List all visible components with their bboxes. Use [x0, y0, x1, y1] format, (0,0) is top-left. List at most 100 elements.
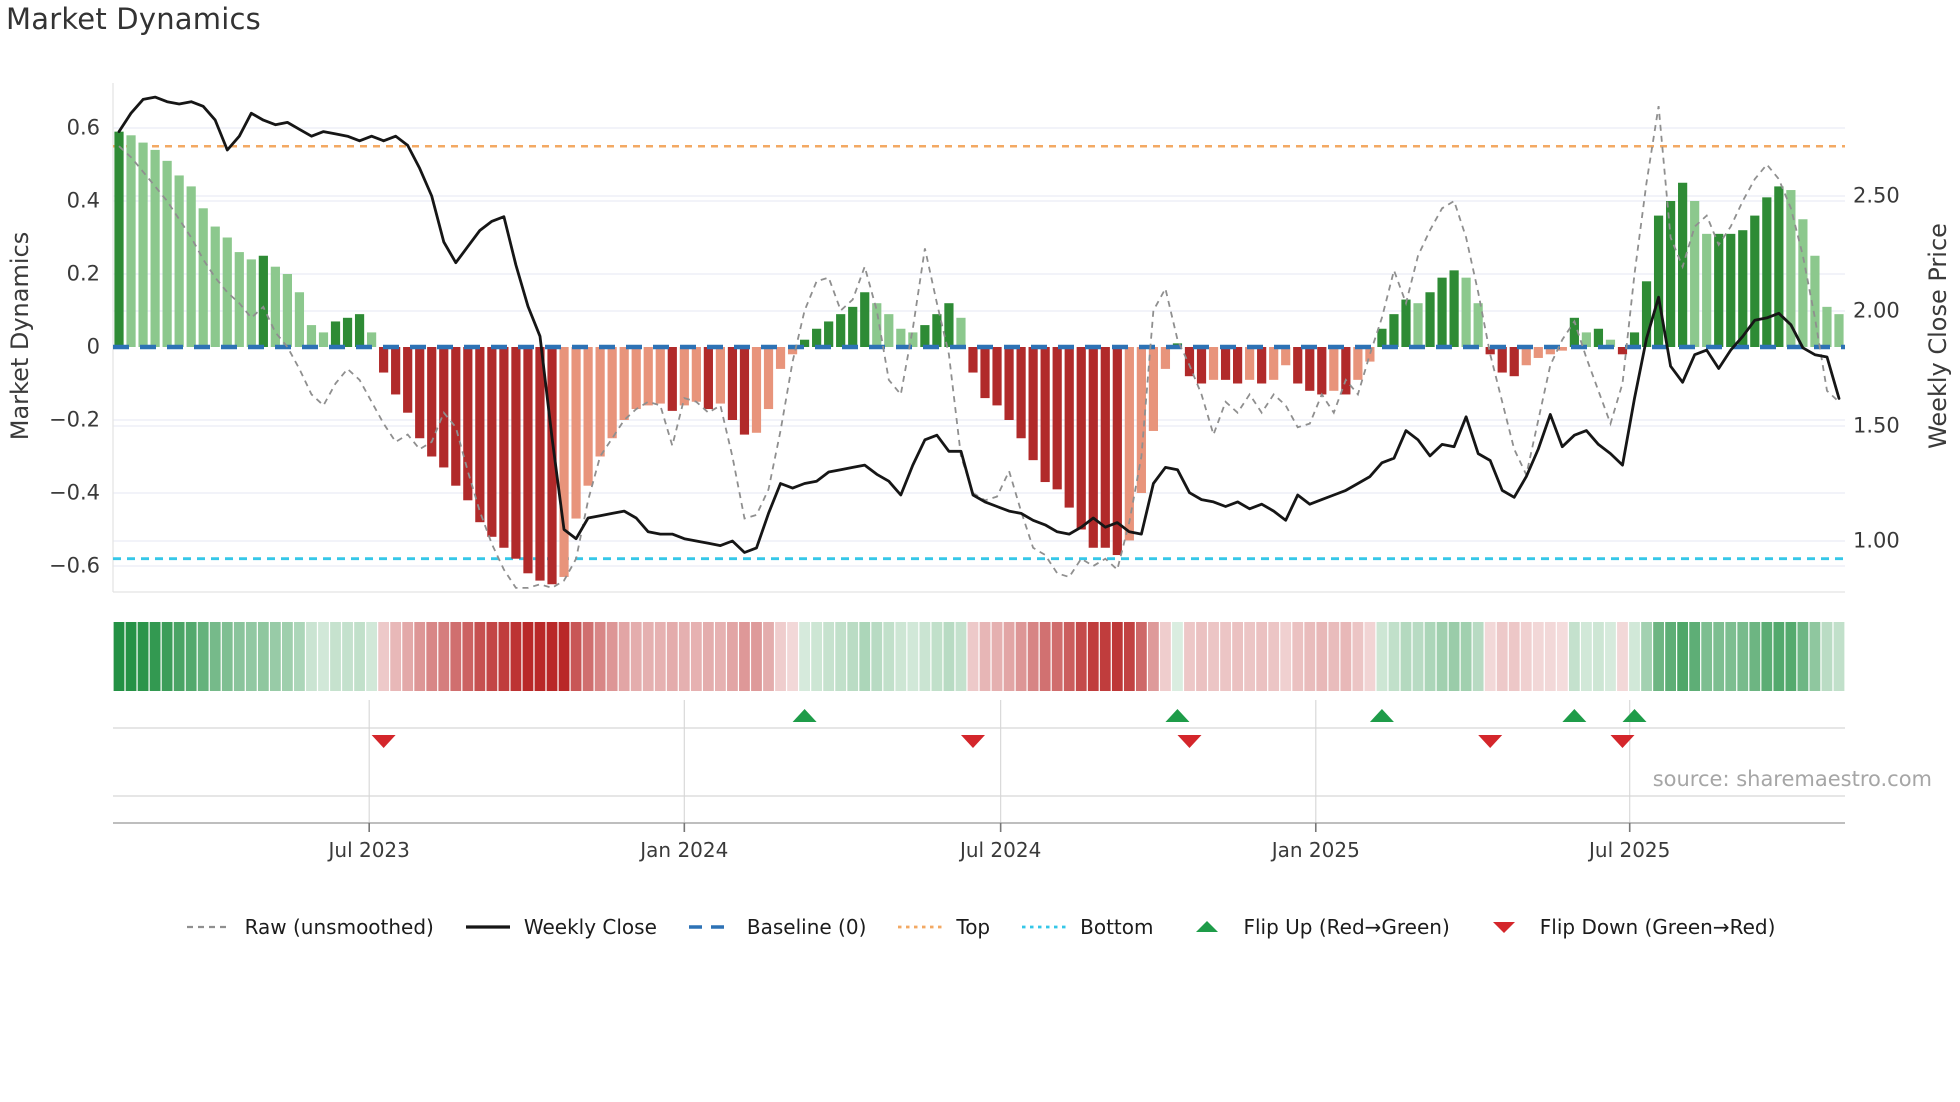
- oscillator-bar: [1016, 347, 1026, 439]
- oscillator-bar: [571, 347, 581, 519]
- heatmap-cell: [1364, 622, 1376, 691]
- oscillator-bar: [499, 347, 509, 548]
- oscillator-bar: [607, 347, 617, 439]
- oscillator-bar: [1004, 347, 1014, 420]
- oscillator-bar: [391, 347, 401, 395]
- oscillator-bar: [1798, 219, 1808, 347]
- oscillator-bar: [234, 252, 244, 347]
- heatmap-cell: [883, 622, 895, 691]
- oscillator-bar: [1461, 277, 1471, 347]
- heatmap-cell: [666, 622, 678, 691]
- oscillator-bar: [487, 347, 497, 537]
- oscillator-bar: [126, 135, 136, 347]
- heatmap-cell: [173, 622, 185, 691]
- oscillator-bar: [1028, 347, 1038, 461]
- heatmap-cell: [1749, 622, 1761, 691]
- oscillator-bar: [1822, 306, 1832, 347]
- heatmap-cell: [1496, 622, 1508, 691]
- left-axis-tick-label: 0.2: [66, 261, 100, 286]
- oscillator-bar: [1245, 347, 1255, 380]
- right-axis-label: Weekly Close Price: [1924, 223, 1952, 449]
- heatmap-cell: [558, 622, 570, 691]
- legend-item: Top: [896, 915, 990, 939]
- x-axis-tick-label: Jan 2025: [1271, 838, 1360, 862]
- oscillator-bar: [294, 292, 305, 347]
- right-axis-tick-label: 1.50: [1853, 413, 1900, 438]
- heatmap-cell: [1460, 622, 1472, 691]
- oscillator-bar: [1353, 347, 1363, 380]
- left-axis-tick-label: −0.6: [49, 553, 100, 578]
- flip-up-marker: [1622, 709, 1647, 722]
- oscillator-bar: [318, 332, 329, 347]
- oscillator-bar: [836, 314, 846, 347]
- heatmap-cell: [1027, 622, 1039, 691]
- heatmap-cell: [702, 622, 714, 691]
- heatmap-cell: [257, 622, 269, 691]
- heatmap-cell: [654, 622, 666, 691]
- heatmap-cell: [1015, 622, 1027, 691]
- oscillator-bar: [1834, 314, 1844, 347]
- oscillator-bar: [631, 347, 641, 410]
- heatmap-cell: [931, 622, 943, 691]
- legend-label: Weekly Close: [523, 915, 657, 939]
- heatmap-cell: [534, 622, 546, 691]
- oscillator-bar: [1389, 314, 1399, 347]
- oscillator-bar: [210, 226, 220, 347]
- oscillator-bar: [1220, 347, 1231, 380]
- heatmap-cell: [678, 622, 690, 691]
- right-axis-tick-label: 2.00: [1853, 298, 1900, 323]
- solid-line-icon: [465, 925, 510, 929]
- oscillator-bar: [763, 347, 774, 410]
- oscillator-bar: [595, 347, 605, 457]
- legend-label: Flip Up (Red→Green): [1243, 915, 1450, 939]
- long-dashes-icon: [688, 925, 733, 929]
- oscillator-bar: [511, 347, 521, 559]
- oscillator-bar: [403, 347, 413, 413]
- heatmap-cell: [594, 622, 606, 691]
- oscillator-bar: [1437, 277, 1447, 347]
- legend-item: Baseline (0): [687, 915, 866, 939]
- heatmap-cell: [113, 622, 125, 691]
- heatmap-cell: [690, 622, 702, 691]
- right-axis-tick-label: 2.50: [1853, 183, 1900, 208]
- oscillator-bar: [932, 314, 942, 347]
- source-credit: source: sharemaestro.com: [1652, 767, 1932, 791]
- heatmap-cell: [486, 622, 498, 691]
- heatmap-cell: [1617, 622, 1628, 691]
- heatmap-cell: [1665, 622, 1676, 691]
- heatmap-cell: [1436, 622, 1448, 691]
- heatmap-cell: [462, 622, 474, 691]
- dotted-line-icon: [1022, 925, 1067, 929]
- heatmap-cell: [1773, 622, 1785, 691]
- heatmap-cell: [1244, 622, 1256, 691]
- oscillator-bar: [1738, 230, 1748, 347]
- heatmap-cell: [1352, 622, 1364, 691]
- oscillator-bar: [330, 321, 341, 347]
- weekly-close-line: [117, 95, 1841, 554]
- heatmap-cell: [282, 622, 293, 691]
- heatmap-cell: [871, 622, 883, 691]
- heatmap-cell: [1544, 622, 1556, 691]
- heatmap-cell: [1075, 622, 1087, 691]
- heatmap-cell: [739, 622, 750, 691]
- oscillator-bar: [1413, 303, 1423, 347]
- oscillator-bar: [379, 347, 389, 373]
- page-title: Market Dynamics: [6, 2, 261, 36]
- triangle-down-icon: [1492, 922, 1515, 933]
- oscillator-bar: [1653, 215, 1664, 347]
- heatmap-cell: [1208, 622, 1219, 691]
- oscillator-bar: [848, 306, 858, 347]
- heatmap-cell: [1099, 622, 1111, 691]
- heatmap-cell: [859, 622, 871, 691]
- oscillator-bar: [703, 347, 713, 410]
- oscillator-bar: [1341, 347, 1351, 395]
- oscillator-bar: [619, 347, 629, 420]
- flip-up-marker: [1369, 709, 1394, 722]
- heatmap-cell: [330, 622, 341, 691]
- heatmap-cell: [895, 622, 907, 691]
- oscillator-bar: [1184, 347, 1195, 377]
- heatmap-cell: [1605, 622, 1616, 691]
- heatmap-cell: [426, 622, 438, 691]
- heatmap-cell: [438, 622, 450, 691]
- oscillator-bar: [1064, 347, 1074, 508]
